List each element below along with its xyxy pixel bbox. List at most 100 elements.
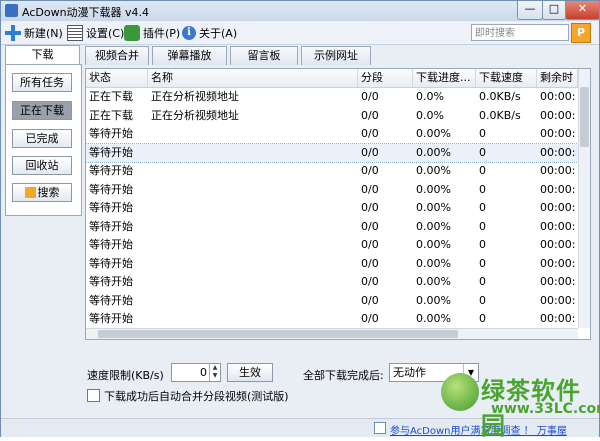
- tab-video-merge[interactable]: 视频合并: [85, 46, 149, 65]
- search-input[interactable]: 即时搜索: [471, 24, 569, 41]
- table-cell: 00:00:: [540, 164, 576, 177]
- table-cell: 等待开始: [89, 256, 133, 270]
- table-cell: 0/0: [361, 164, 379, 177]
- table-cell: 0: [479, 293, 486, 307]
- sidebar-item-search[interactable]: 搜索: [12, 183, 72, 202]
- search-icon[interactable]: P: [571, 23, 591, 43]
- table-cell: 0.00%: [416, 201, 451, 214]
- table-row[interactable]: 等待开始 0/0 0.00% 0 00:00:: [86, 181, 578, 200]
- table-cell: 0/0: [361, 219, 379, 233]
- close-button[interactable]: ✕: [565, 1, 600, 20]
- table-cell: 0.00%: [416, 219, 451, 233]
- table-cell: 0: [479, 275, 486, 288]
- settings-button[interactable]: 设置(C): [67, 24, 124, 42]
- table-cell: 0.00%: [416, 238, 451, 251]
- table-cell: 00:00:: [540, 256, 576, 270]
- table-cell: 00:00:: [540, 201, 576, 214]
- table-cell: 0: [479, 201, 486, 214]
- sidebar-item-completed[interactable]: 已完成: [12, 129, 72, 148]
- table-cell: 正在下载: [89, 90, 133, 103]
- tab-download[interactable]: 下载: [5, 45, 80, 65]
- col-speed[interactable]: 下载速度: [476, 69, 537, 87]
- minimize-button[interactable]: —: [517, 1, 543, 20]
- sidebar-item-recycle[interactable]: 回收站: [12, 156, 72, 175]
- scroll-thumb-horizontal[interactable]: [98, 330, 458, 338]
- table-cell: 00:00:: [540, 90, 576, 103]
- table-cell: 0: [479, 164, 486, 177]
- col-status[interactable]: 状态: [86, 69, 148, 87]
- col-segments[interactable]: 分段: [358, 69, 413, 87]
- table-cell: 0: [479, 145, 486, 159]
- speed-limit-stepper[interactable]: 0 ▲ ▼: [171, 363, 221, 382]
- plugins-label: 插件(P): [143, 27, 181, 40]
- table-cell: 0/0: [361, 312, 379, 325]
- window-title: AcDown动漫下载器 v4.4: [22, 6, 150, 19]
- stepper-arrows-icon[interactable]: ▲ ▼: [209, 364, 220, 381]
- auto-merge-checkbox[interactable]: [87, 389, 100, 402]
- table-header: 状态 名称 分段 下载进度... 下载速度 剩余时: [86, 69, 578, 88]
- title-bar[interactable]: AcDown动漫下载器 v4.4 — □ ✕: [1, 1, 600, 21]
- table-row[interactable]: 正在下载 正在分析视频地址 0/0 0.0% 0.0KB/s 00:00:: [86, 107, 578, 126]
- vertical-scrollbar[interactable]: [578, 69, 590, 328]
- task-table[interactable]: 状态 名称 分段 下载进度... 下载速度 剩余时 正在下载 正在分析视频地址 0/…: [85, 68, 591, 340]
- table-row[interactable]: 等待开始 0/0 0.00% 0 00:00:: [86, 125, 578, 144]
- table-row[interactable]: 等待开始 0/0 0.00% 0 00:00:: [86, 255, 578, 274]
- table-cell: 0.00%: [416, 127, 451, 140]
- table-cell: 0.00%: [416, 293, 451, 307]
- table-cell: 00:00:: [540, 312, 576, 325]
- table-row[interactable]: 等待开始 0/0 0.00% 0 00:00:: [86, 142, 579, 163]
- settings-label: 设置(C): [86, 27, 125, 40]
- table-cell: 等待开始: [89, 127, 133, 140]
- table-cell: 0/0: [361, 275, 379, 288]
- apply-button[interactable]: 生效: [227, 363, 273, 382]
- sidebar-item-all[interactable]: 所有任务: [12, 73, 72, 92]
- sidebar: 所有任务 正在下载 已完成 回收站 搜索: [5, 64, 82, 216]
- about-button[interactable]: i 关于(A): [182, 24, 237, 42]
- table-row[interactable]: 等待开始 0/0 0.00% 0 00:00:: [86, 162, 578, 181]
- col-name[interactable]: 名称: [148, 69, 358, 87]
- tab-danmaku[interactable]: 弹幕播放: [152, 46, 227, 65]
- horizontal-scrollbar[interactable]: [86, 328, 578, 339]
- tab-examples[interactable]: 示例网址: [301, 46, 371, 65]
- settings-list-icon: [67, 25, 83, 41]
- feedback-icon: [374, 422, 386, 434]
- table-row[interactable]: 等待开始 0/0 0.00% 0 00:00:: [86, 292, 578, 311]
- table-cell: 00:00:: [540, 293, 576, 307]
- table-cell: 0.0%: [416, 90, 444, 103]
- puzzle-icon: [124, 25, 140, 41]
- table-cell: 等待开始: [89, 201, 133, 214]
- table-row[interactable]: 等待开始 0/0 0.00% 0 00:00:: [86, 310, 578, 329]
- table-cell: 等待开始: [89, 293, 133, 307]
- table-cell: 0/0: [361, 127, 379, 140]
- scroll-thumb[interactable]: [580, 87, 589, 147]
- watermark: 绿茶软件园 www.33LC.com: [441, 371, 600, 440]
- table-row[interactable]: 等待开始 0/0 0.00% 0 00:00:: [86, 236, 578, 255]
- plugins-button[interactable]: 插件(P): [124, 24, 180, 42]
- table-cell: 0.0KB/s: [479, 90, 521, 103]
- new-task-button[interactable]: 新建(N): [5, 24, 63, 42]
- sidebar-item-downloading[interactable]: 正在下载: [12, 101, 72, 120]
- table-cell: 正在分析视频地址: [151, 108, 239, 122]
- table-cell: 00:00:: [540, 275, 576, 288]
- table-cell: 0.00%: [416, 256, 451, 270]
- watermark-logo-icon: [441, 373, 479, 411]
- table-row[interactable]: 等待开始 0/0 0.00% 0 00:00:: [86, 199, 578, 218]
- table-row[interactable]: 等待开始 0/0 0.00% 0 00:00:: [86, 218, 578, 237]
- table-row[interactable]: 正在下载 正在分析视频地址 0/0 0.0% 0.0KB/s 00:00:: [86, 88, 578, 107]
- table-cell: 0.00%: [416, 145, 451, 159]
- tab-guestbook[interactable]: 留言板: [230, 46, 298, 65]
- table-cell: 0: [479, 312, 486, 325]
- table-cell: 00:00:: [540, 127, 576, 140]
- table-cell: 等待开始: [89, 164, 133, 177]
- table-cell: 0.00%: [416, 312, 451, 325]
- info-icon: i: [182, 26, 196, 40]
- table-cell: 0/0: [361, 145, 379, 159]
- table-cell: 0/0: [361, 256, 379, 270]
- table-cell: 0: [479, 256, 486, 270]
- maximize-button[interactable]: □: [542, 1, 566, 20]
- table-cell: 0.00%: [416, 275, 451, 288]
- col-remaining[interactable]: 剩余时: [537, 69, 578, 87]
- app-icon: [5, 4, 18, 17]
- table-row[interactable]: 等待开始 0/0 0.00% 0 00:00:: [86, 273, 578, 292]
- col-progress[interactable]: 下载进度...: [413, 69, 476, 87]
